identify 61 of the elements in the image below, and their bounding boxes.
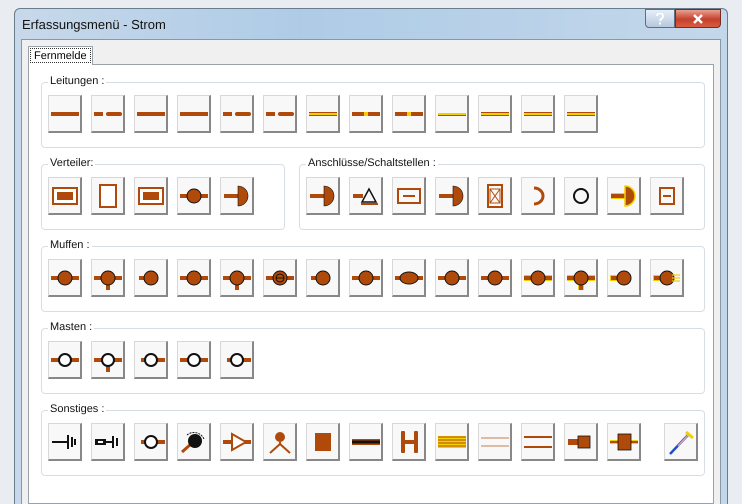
symbol-button[interactable]	[349, 177, 383, 215]
cable-line-icon	[522, 110, 552, 116]
close-icon	[692, 14, 704, 24]
symbol-button[interactable]	[349, 259, 383, 297]
window-title: Erfassungsmenü - Strom	[21, 16, 166, 32]
symbol-button[interactable]	[134, 423, 168, 461]
symbol-button[interactable]	[91, 423, 125, 461]
symbol-button[interactable]	[48, 259, 82, 297]
symbol-button[interactable]	[435, 259, 469, 297]
cable-line-icon	[350, 438, 380, 444]
symbol-button[interactable]	[564, 423, 598, 461]
symbol-button[interactable]	[607, 259, 641, 297]
symbol-button[interactable]	[220, 259, 254, 297]
symbol-button[interactable]	[435, 177, 469, 215]
symbol-button[interactable]	[91, 259, 125, 297]
dashed-cable-icon	[222, 110, 252, 116]
group-label: Verteiler:	[48, 157, 96, 169]
close-button[interactable]	[675, 9, 721, 28]
symbol-button[interactable]	[91, 341, 125, 379]
help-icon	[656, 12, 664, 24]
symbol-button[interactable]	[177, 341, 211, 379]
dashed-cable-icon	[92, 110, 122, 116]
group-label: Sonstiges :	[48, 403, 106, 415]
help-button[interactable]	[645, 9, 675, 28]
cable-line-icon	[480, 110, 510, 116]
symbol-button[interactable]	[177, 423, 211, 461]
dashed-cable-icon	[264, 110, 294, 116]
symbol-button[interactable]	[220, 341, 254, 379]
group-label: Leitungen :	[48, 75, 106, 87]
group-label: Muffen :	[48, 239, 92, 251]
symbol-button[interactable]	[306, 177, 340, 215]
terminal-icon	[222, 182, 252, 208]
symbol-button[interactable]	[263, 259, 297, 297]
symbol-button[interactable]	[48, 341, 82, 379]
dashed-cable-icon	[350, 110, 380, 116]
cable-line-icon	[566, 110, 596, 116]
symbol-button[interactable]	[564, 259, 598, 297]
terminal-icon	[308, 182, 338, 208]
dashed-cable-icon	[394, 110, 424, 116]
cable-line-icon	[308, 110, 338, 116]
group-label: Masten :	[48, 321, 94, 333]
symbol-button[interactable]	[177, 259, 211, 297]
symbol-button[interactable]	[478, 259, 512, 297]
symbol-button[interactable]	[607, 423, 641, 461]
symbol-button[interactable]	[650, 259, 684, 297]
symbol-button[interactable]	[177, 177, 211, 215]
symbol-button[interactable]	[664, 423, 698, 461]
symbol-button[interactable]	[48, 423, 82, 461]
symbol-button[interactable]	[349, 423, 383, 461]
symbol-button[interactable]	[134, 341, 168, 379]
tab[interactable]: Fernmelde	[28, 46, 93, 65]
terminal-icon	[608, 182, 638, 208]
thin-line-icon	[436, 110, 466, 116]
symbol-button[interactable]	[392, 259, 426, 297]
terminal-icon	[436, 182, 466, 208]
symbol-button[interactable]	[521, 259, 555, 297]
symbol-button[interactable]	[220, 177, 254, 215]
symbol-button[interactable]	[306, 259, 340, 297]
symbol-button[interactable]	[564, 177, 598, 215]
group-label: Anschlüsse/Schaltstellen :	[306, 157, 438, 169]
symbol-button[interactable]	[134, 259, 168, 297]
